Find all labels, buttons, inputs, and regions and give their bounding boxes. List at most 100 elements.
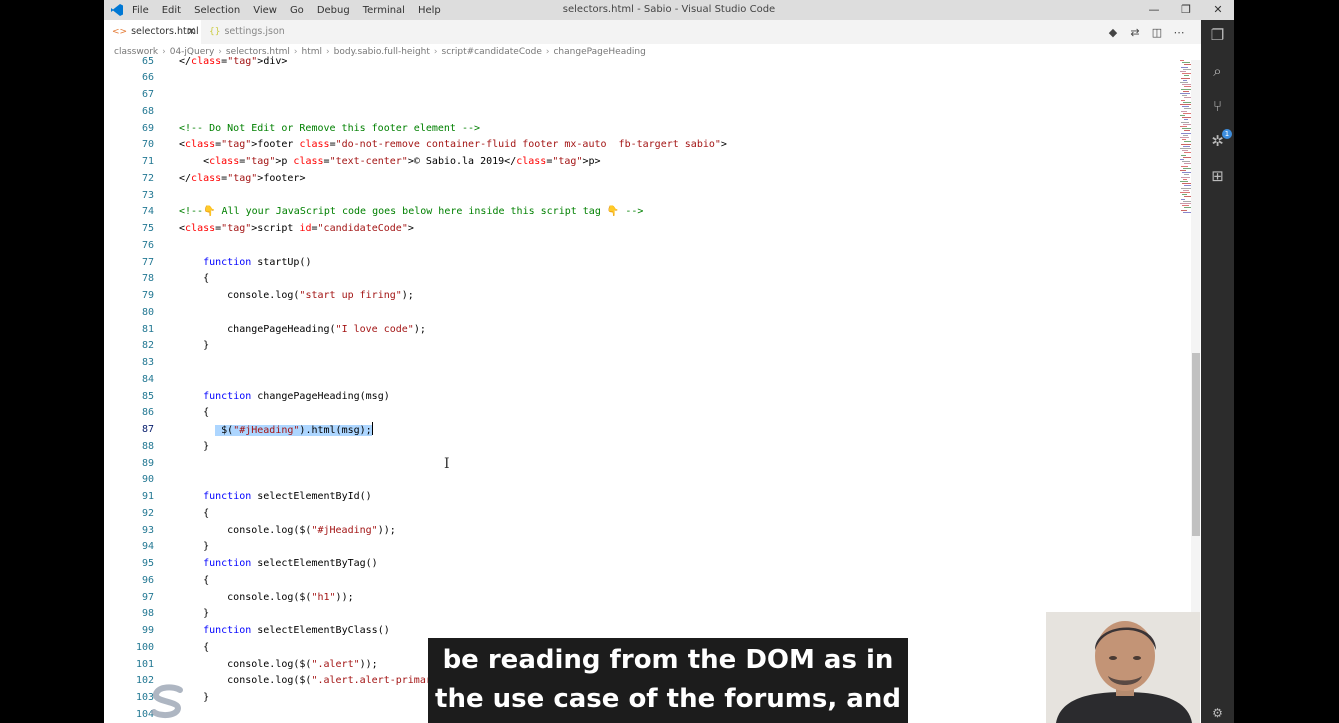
code-line[interactable]: function selectElementById() xyxy=(179,489,372,505)
close-tab-icon[interactable]: ✕ xyxy=(187,20,196,44)
minimap-line xyxy=(1181,110,1187,112)
debug-icon[interactable]: ✲ xyxy=(1201,132,1234,150)
line-number: 97 xyxy=(141,591,154,603)
minimap-line xyxy=(1181,209,1187,211)
presenter-webcam xyxy=(1046,612,1200,723)
code-line[interactable]: console.log($("h1")); xyxy=(179,590,353,606)
minimap-line xyxy=(1180,71,1186,72)
tab-label: settings.json xyxy=(224,26,285,37)
explorer-icon[interactable]: ❐ xyxy=(1201,26,1234,44)
breadcrumb-separator-icon: › xyxy=(433,47,438,57)
minimap-line xyxy=(1180,159,1184,160)
minimap-line xyxy=(1184,119,1188,121)
line-number: 71 xyxy=(141,156,154,167)
minimap-line xyxy=(1180,192,1190,193)
code-line[interactable]: <class="tag">p class="text-center">© Sab… xyxy=(179,154,600,170)
minimap-line xyxy=(1180,148,1191,149)
breadcrumb-item[interactable]: changePageHeading xyxy=(553,47,645,57)
minimap-line xyxy=(1184,86,1191,88)
line-number: 72 xyxy=(141,172,154,184)
minimap-line xyxy=(1183,90,1189,92)
scrollbar-thumb[interactable] xyxy=(1192,353,1200,536)
minimap-line xyxy=(1180,170,1186,171)
minimap-line xyxy=(1181,176,1190,178)
line-number: 68 xyxy=(141,105,154,117)
line-number: 74 xyxy=(141,206,154,218)
line-number: 80 xyxy=(141,306,154,318)
code-line[interactable]: function selectElementByTag() xyxy=(179,556,378,572)
minimap-line xyxy=(1183,178,1187,180)
code-line[interactable]: { xyxy=(179,573,209,589)
minimap-line xyxy=(1180,126,1187,127)
code-line[interactable]: <!-- Do Not Edit or Remove this footer e… xyxy=(179,121,480,137)
code-line[interactable]: function startUp() xyxy=(179,255,311,271)
minimap-line xyxy=(1182,194,1187,196)
text-cursor-icon: I xyxy=(444,456,450,472)
tab-selectors-html[interactable]: <> selectors.html ✕ xyxy=(104,20,201,44)
line-number: 70 xyxy=(141,139,154,151)
code-line[interactable]: $("#jHeading").html(msg); xyxy=(179,422,373,438)
breadcrumb-separator-icon: › xyxy=(545,47,550,57)
code-line[interactable]: } xyxy=(179,606,209,622)
minimap-line xyxy=(1183,189,1189,191)
minimap-line xyxy=(1184,75,1189,77)
code-line[interactable]: </class="tag">div> xyxy=(179,54,287,70)
minimap-line xyxy=(1181,165,1188,167)
more-actions-icon[interactable]: ⋯ xyxy=(1168,26,1190,39)
line-number: 94 xyxy=(141,541,154,553)
minimap-line xyxy=(1181,121,1189,123)
search-icon[interactable]: ⌕ xyxy=(1201,62,1234,80)
line-number: 81 xyxy=(141,323,154,335)
compare-icon[interactable]: ⇄ xyxy=(1124,26,1146,39)
code-line[interactable]: { xyxy=(179,640,209,656)
code-line[interactable]: </class="tag">footer> xyxy=(179,171,305,187)
minimap-line xyxy=(1180,93,1190,94)
code-line[interactable]: } xyxy=(179,439,209,455)
line-number: 83 xyxy=(141,357,154,368)
editor-actions: ◆ ⇄ ◫ ⋯ xyxy=(1102,20,1190,44)
minimap-line xyxy=(1181,66,1188,68)
code-line[interactable]: { xyxy=(179,506,209,522)
minimize-icon[interactable]: — xyxy=(1138,0,1170,20)
html-file-icon: <> xyxy=(112,27,128,37)
breadcrumb-item[interactable]: html xyxy=(302,47,323,57)
tab-settings-json[interactable]: {} settings.json xyxy=(201,20,291,44)
code-line[interactable]: { xyxy=(179,271,209,287)
close-window-icon[interactable]: ✕ xyxy=(1202,0,1234,20)
code-line[interactable]: console.log("start up firing"); xyxy=(179,288,414,304)
code-line[interactable]: <class="tag">script id="candidateCode"> xyxy=(179,221,414,237)
video-caption: be reading from the DOM as in the use ca… xyxy=(428,638,908,723)
code-editor[interactable]: 65 66 67 68 69 70 71 72 73 74 75 76 77 78 79 80 81 82 83 84… xyxy=(104,56,1184,723)
extensions-icon[interactable]: ⊞ xyxy=(1201,167,1234,185)
code-line[interactable]: console.log($(".alert")); xyxy=(179,657,378,673)
source-control-icon[interactable]: ⑂ xyxy=(1201,97,1234,115)
minimap-line xyxy=(1182,139,1186,141)
split-editor-icon[interactable]: ◫ xyxy=(1146,26,1168,39)
line-number: 75 xyxy=(141,223,154,234)
presenter-image xyxy=(1046,612,1200,723)
line-number: 88 xyxy=(141,440,154,452)
code-line[interactable]: { xyxy=(179,405,209,421)
breadcrumb-separator-icon: › xyxy=(162,47,166,57)
code-line[interactable]: <class="tag">footer class="do-not-remove… xyxy=(179,137,727,153)
minimap-line xyxy=(1180,181,1188,182)
code-line[interactable]: function selectElementByClass() xyxy=(179,623,390,639)
code-line[interactable]: function changePageHeading(msg) xyxy=(179,389,390,405)
settings-gear-icon[interactable]: ⚙ xyxy=(1201,706,1234,720)
minimap-line xyxy=(1183,134,1188,136)
minimap-line xyxy=(1182,205,1189,207)
minimap-line xyxy=(1182,117,1191,119)
open-changes-icon[interactable]: ◆ xyxy=(1102,26,1124,39)
code-line[interactable]: } xyxy=(179,338,209,354)
minimap[interactable] xyxy=(1176,60,1196,220)
code-line[interactable]: } xyxy=(179,539,209,555)
code-line[interactable]: console.log($("#jHeading")); xyxy=(179,523,396,539)
restore-icon[interactable]: ❐ xyxy=(1170,0,1202,20)
code-line[interactable]: <!--👇 All your JavaScript code goes belo… xyxy=(179,204,643,220)
minimap-line xyxy=(1182,150,1188,152)
selected-text: $("#jHeading").html(msg); xyxy=(215,425,372,436)
breadcrumb-item[interactable]: body.sabio.full-height xyxy=(334,47,430,57)
line-number: 93 xyxy=(141,524,154,536)
breadcrumb-item[interactable]: script#candidateCode xyxy=(442,47,542,57)
code-line[interactable]: changePageHeading("I love code"); xyxy=(179,322,426,338)
